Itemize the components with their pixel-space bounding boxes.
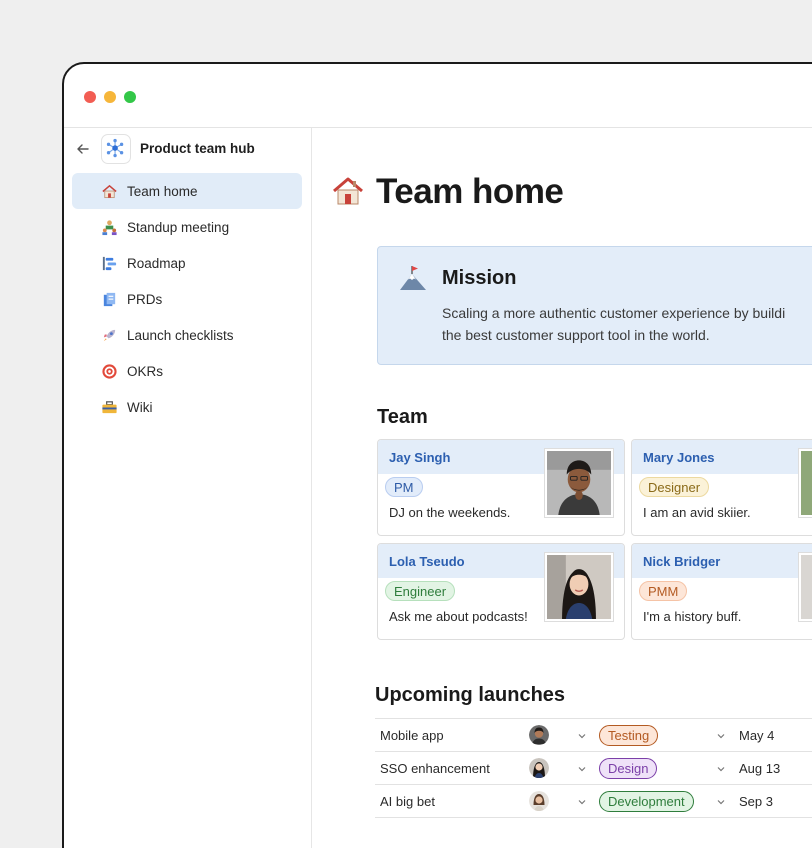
app-window: Product team hub Team home Standup meeti… xyxy=(62,62,812,848)
sidebar-item-label: Wiki xyxy=(127,399,153,415)
member-name: Jay Singh xyxy=(389,450,451,465)
table-row[interactable]: SSO enhancement Design Aug 13 xyxy=(375,752,812,785)
member-bio: DJ on the weekends. xyxy=(389,505,511,520)
member-name: Lola Tseudo xyxy=(389,554,465,569)
member-bio: I am an avid skiier. xyxy=(643,505,751,520)
chevron-down-icon[interactable] xyxy=(577,731,587,741)
member-photo xyxy=(545,553,613,621)
standup-icon xyxy=(100,218,118,236)
main-content: Team home Mission Scaling a more authent… xyxy=(313,128,812,848)
mission-text: Scaling a more authentic customer experi… xyxy=(442,302,812,346)
sidebar-item-label: Team home xyxy=(127,183,198,199)
close-window-button[interactable] xyxy=(84,91,96,103)
role-badge: Designer xyxy=(639,477,710,497)
chevron-down-icon[interactable] xyxy=(577,764,587,774)
status-badge[interactable]: Testing xyxy=(599,725,659,746)
member-bio: Ask me about podcasts! xyxy=(389,609,528,624)
member-photo xyxy=(799,449,812,517)
title-bar xyxy=(64,64,812,128)
team-member-card[interactable]: Jay Singh PM DJ on the weekends. xyxy=(377,439,625,536)
team-member-card[interactable]: Mary Jones Designer I am an avid skiier. xyxy=(631,439,812,536)
member-bio: I'm a history buff. xyxy=(643,609,742,624)
launch-date: Aug 13 xyxy=(739,761,781,776)
sidebar-item-label: OKRs xyxy=(127,363,164,379)
sidebar-item-label: Launch checklists xyxy=(127,327,234,343)
mission-callout: Mission Scaling a more authentic custome… xyxy=(377,246,812,365)
launch-name: SSO enhancement xyxy=(380,761,490,776)
owner-avatar[interactable] xyxy=(529,758,549,778)
upcoming-launches-heading: Upcoming launches xyxy=(375,684,566,706)
member-name: Nick Bridger xyxy=(643,554,721,569)
member-photo xyxy=(799,553,812,621)
role-badge: PMM xyxy=(639,581,688,601)
launch-date: Sep 3 xyxy=(739,794,773,809)
sidebar-item-standup-meeting[interactable]: Standup meeting xyxy=(72,209,302,245)
toolbox-icon xyxy=(100,398,118,416)
network-icon xyxy=(106,138,124,158)
chevron-down-icon[interactable] xyxy=(716,731,726,741)
document-icon xyxy=(100,290,118,308)
launches-table: Mobile app Testing May 4 SSO enhancement xyxy=(375,718,812,818)
mission-text-line: Scaling a more authentic customer experi… xyxy=(442,305,786,321)
team-heading: Team xyxy=(377,406,428,428)
team-member-card[interactable]: Nick Bridger PMM I'm a history buff. xyxy=(631,543,812,640)
sidebar-item-launch-checklists[interactable]: Launch checklists xyxy=(72,317,302,353)
sidebar-item-team-home[interactable]: Team home xyxy=(72,173,302,209)
target-icon xyxy=(100,362,118,380)
launch-date: May 4 xyxy=(739,728,775,743)
owner-avatar[interactable] xyxy=(529,725,549,745)
role-badge: PM xyxy=(385,477,423,497)
role-badge: Engineer xyxy=(385,581,456,601)
member-photo xyxy=(545,449,613,517)
house-icon xyxy=(100,182,118,200)
roadmap-icon xyxy=(100,254,118,272)
mission-text-line: the best customer support tool in the wo… xyxy=(442,327,710,343)
chevron-down-icon[interactable] xyxy=(716,797,726,807)
sidebar-item-wiki[interactable]: Wiki xyxy=(72,389,302,425)
sidebar-item-prds[interactable]: PRDs xyxy=(72,281,302,317)
back-arrow-icon[interactable] xyxy=(75,141,91,157)
table-row[interactable]: Mobile app Testing May 4 xyxy=(375,719,812,752)
sidebar-item-label: Roadmap xyxy=(127,255,186,271)
maximize-window-button[interactable] xyxy=(124,91,136,103)
status-badge[interactable]: Development xyxy=(599,791,694,812)
launch-name: AI big bet xyxy=(380,794,435,809)
hub-logo xyxy=(101,134,131,164)
chevron-down-icon[interactable] xyxy=(716,764,726,774)
owner-avatar[interactable] xyxy=(529,791,549,811)
minimize-window-button[interactable] xyxy=(104,91,116,103)
mission-title: Mission xyxy=(442,267,517,289)
member-name: Mary Jones xyxy=(643,450,715,465)
chevron-down-icon[interactable] xyxy=(577,797,587,807)
page-title: Team home xyxy=(376,172,564,211)
hub-title: Product team hub xyxy=(140,141,255,156)
status-badge[interactable]: Design xyxy=(599,758,658,779)
mountain-flag-icon xyxy=(400,266,426,290)
sidebar-item-label: Standup meeting xyxy=(127,219,230,235)
house-icon xyxy=(333,177,363,205)
sidebar-nav: Team home Standup meeting Roadmap PRDs L… xyxy=(72,173,302,425)
table-row[interactable]: AI big bet Development Sep 3 xyxy=(375,785,812,818)
sidebar: Product team hub Team home Standup meeti… xyxy=(64,128,312,848)
launch-name: Mobile app xyxy=(380,728,444,743)
sidebar-item-label: PRDs xyxy=(127,291,163,307)
sidebar-item-okrs[interactable]: OKRs xyxy=(72,353,302,389)
team-member-card[interactable]: Lola Tseudo Engineer Ask me about podcas… xyxy=(377,543,625,640)
sidebar-item-roadmap[interactable]: Roadmap xyxy=(72,245,302,281)
rocket-icon xyxy=(100,326,118,344)
